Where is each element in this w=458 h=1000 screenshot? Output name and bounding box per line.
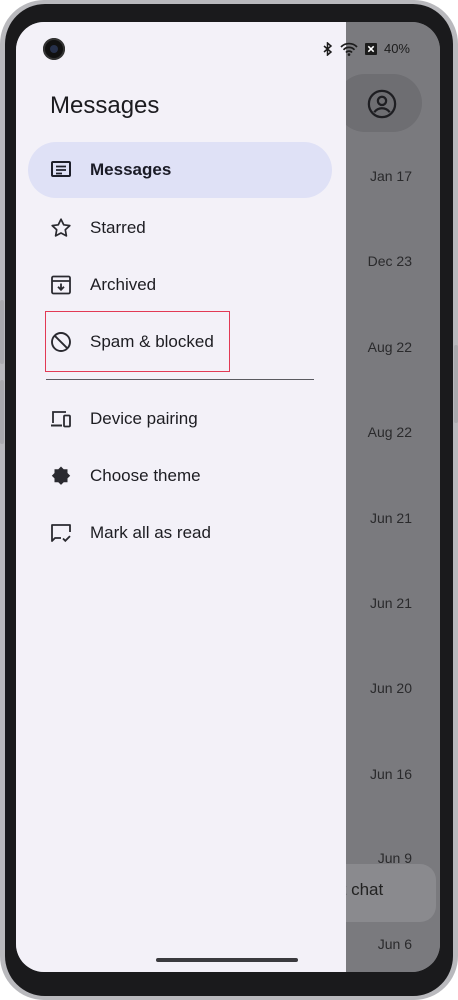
navigation-drawer: Messages Messages Starred Archived Spam … [16, 22, 346, 972]
conversation-date: Aug 22 [367, 339, 412, 355]
archive-icon [49, 273, 73, 297]
conversation-date: Jun 16 [369, 766, 412, 782]
no-sim-icon [364, 42, 377, 55]
status-icons: 40% [322, 41, 410, 56]
star-icon [49, 216, 73, 240]
drawer-item-label: Starred [90, 218, 146, 237]
drawer-item-archived[interactable]: Archived [28, 257, 332, 313]
volume-button-lower [0, 380, 4, 444]
drawer-divider [46, 379, 314, 380]
wifi-icon [340, 42, 358, 56]
bluetooth-icon [323, 41, 333, 56]
power-button [454, 345, 458, 423]
account-icon [367, 89, 397, 119]
drawer-item-device-pairing[interactable]: Device pairing [28, 391, 332, 447]
volume-button [0, 300, 4, 364]
drawer-title: Messages [50, 92, 160, 119]
messages-icon [49, 158, 73, 182]
status-bar: 40% [16, 22, 440, 66]
conversation-date: Jun 6 [377, 936, 412, 952]
selection-highlight [45, 311, 230, 372]
drawer-item-starred[interactable]: Starred [28, 200, 332, 256]
front-camera [43, 38, 65, 60]
theme-icon [49, 464, 73, 488]
devices-icon [49, 407, 73, 431]
screen: Jan 17 Dec 23 Aug 22 Aug 22 Jun 21 Jun 2… [16, 22, 440, 972]
conversation-date: Dec 23 [367, 253, 412, 269]
drawer-item-label: Mark all as read [90, 523, 211, 542]
conversation-date: Aug 22 [367, 424, 412, 440]
drawer-item-label: Messages [90, 160, 172, 179]
drawer-item-messages[interactable]: Messages [28, 142, 332, 198]
drawer-item-choose-theme[interactable]: Choose theme [28, 448, 332, 504]
battery-level: 40% [383, 41, 410, 56]
drawer-item-label: Device pairing [90, 409, 198, 428]
conversation-date: Jun 21 [369, 510, 412, 526]
home-indicator[interactable] [156, 958, 298, 962]
drawer-item-label: Choose theme [90, 466, 201, 485]
drawer-item-label: Archived [90, 275, 157, 294]
mark-read-icon [49, 521, 73, 545]
conversation-date: Jun 20 [369, 680, 412, 696]
conversation-date: Jun 21 [369, 595, 412, 611]
drawer-item-mark-all-read[interactable]: Mark all as read [28, 505, 332, 561]
conversation-date: Jan 17 [369, 168, 412, 184]
